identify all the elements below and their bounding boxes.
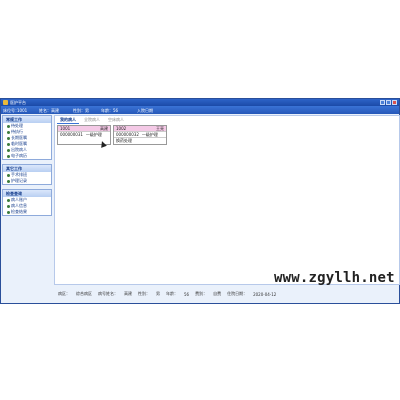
minimize-icon[interactable] (380, 100, 385, 105)
patient-info-bar: 床位号： 1001 姓名： 高建 性别： 男 年龄： 56 入院日期 (1, 106, 399, 114)
close-icon[interactable] (392, 100, 397, 105)
patient-cards: 1001 高建 000000031 一级护理 1002 王亮 000000032… (57, 125, 167, 145)
item-icon (7, 179, 10, 183)
sidebar-group-title[interactable]: 其它工作 (3, 165, 51, 172)
sidebar-group-title[interactable]: 常规工作 (3, 116, 51, 123)
gender-label: 性别： (73, 108, 85, 113)
watermark: www.zgyllh.net (274, 270, 395, 286)
card-id: 000000031 (60, 132, 83, 137)
card-body: 000000031 一级护理 (58, 131, 110, 137)
patient-card[interactable]: 1002 王亮 000000032 一级护理 换药处理 (113, 125, 167, 145)
status-text: 病号姓名： (98, 291, 118, 296)
item-icon (7, 124, 10, 128)
sidebar-group-title[interactable]: 检查查询 (3, 190, 51, 197)
item-icon (7, 154, 10, 158)
sidebar-item[interactable]: 护理记录 (3, 178, 51, 184)
name-value: 高建 (51, 108, 59, 113)
title-bar: 医护平台 (1, 99, 399, 106)
card-name: 高建 (100, 126, 108, 131)
admit-date-label: 入院日期 (137, 108, 153, 113)
card-extra: 换药处理 (114, 137, 166, 144)
item-icon (7, 204, 10, 208)
age-value: 56 (113, 108, 119, 113)
item-icon (7, 142, 10, 146)
status-text: 费别： (195, 291, 208, 296)
status-text: 年龄： (166, 291, 178, 296)
item-icon (7, 210, 10, 214)
sidebar-item-label: 检查结果 (11, 209, 27, 214)
card-bed: 1001 (60, 126, 71, 131)
bed-no-value: 1001 (17, 108, 28, 113)
status-text: 性别： (138, 291, 150, 296)
sidebar-group-query: 检查查询 病人账户 病人信息 检查结果 (2, 189, 52, 216)
status-text: 高建 (124, 291, 132, 296)
name-label: 姓名： (39, 108, 51, 113)
status-text: 2020-04-12 (253, 291, 277, 297)
sidebar-item[interactable]: 检查结果 (3, 209, 51, 215)
sidebar-item-label: 电子病历 (11, 153, 27, 158)
sidebar-item-label: 护理记录 (11, 178, 27, 183)
item-icon (7, 136, 10, 140)
gender-value: 男 (85, 108, 89, 113)
sidebar: 常规工作 待处理 待执行 长期医嘱 临时医嘱 出院病人 电子病历 其它工作 手术… (2, 115, 52, 301)
app-icon (3, 100, 8, 105)
card-bed: 1002 (116, 126, 127, 131)
card-name: 王亮 (156, 126, 164, 131)
status-text: 自费 (213, 291, 222, 296)
sidebar-group-routine: 常规工作 待处理 待执行 长期医嘱 临时医嘱 出院病人 电子病历 (2, 115, 52, 160)
card-status: 一级护理 (85, 132, 102, 137)
card-status: 一级护理 (141, 132, 158, 137)
status-text: 住院日期： (227, 291, 248, 296)
item-icon (7, 148, 10, 152)
card-id: 000000032 (116, 132, 139, 137)
item-icon (7, 198, 10, 202)
tab-all-patients[interactable]: 全院病人 (81, 116, 103, 123)
status-bar: 病区： 综合病区 病号姓名： 高建 性别： 男 年龄： 56 费别： 自费 住院… (54, 286, 400, 302)
status-text: 病区： (58, 291, 70, 296)
status-text: 男 (156, 291, 160, 296)
tab-my-patients[interactable]: 我的病人 (57, 116, 79, 124)
sidebar-item[interactable]: 电子病历 (3, 153, 51, 159)
status-text: 综合病区 (76, 291, 92, 296)
tab-strip: 我的病人 全院病人 空床病人 (55, 116, 127, 124)
item-icon (7, 130, 10, 134)
status-text: 56 (184, 291, 190, 297)
window-controls (380, 100, 397, 105)
sidebar-group-other: 其它工作 手术排班 护理记录 (2, 164, 52, 185)
main-content: 我的病人 全院病人 空床病人 1001 高建 000000031 一级护理 10… (54, 115, 400, 285)
maximize-icon[interactable] (386, 100, 391, 105)
tab-empty-beds[interactable]: 空床病人 (105, 116, 127, 123)
age-label: 年龄： (101, 108, 113, 113)
item-icon (7, 173, 10, 177)
